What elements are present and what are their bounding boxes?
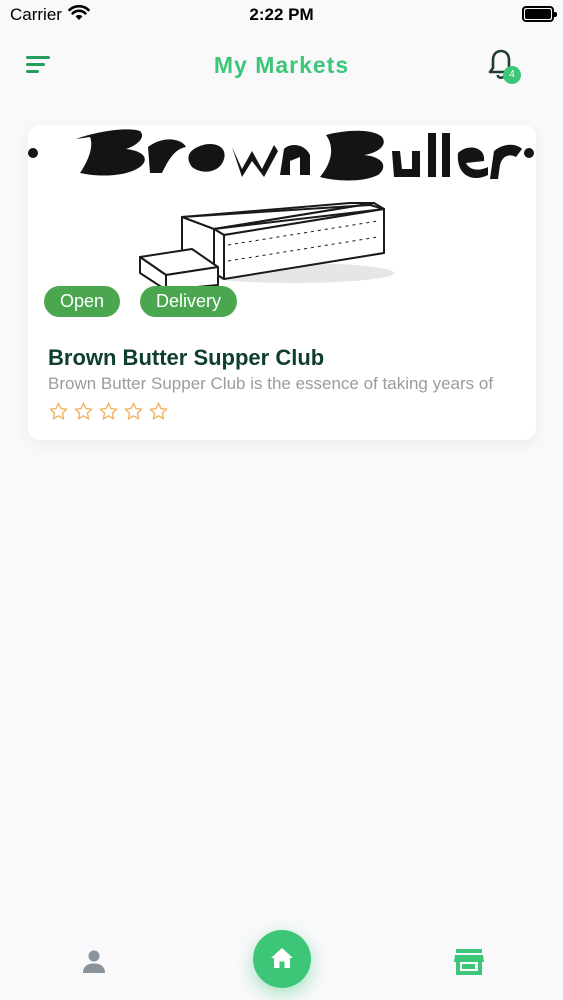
store-icon	[454, 949, 484, 975]
home-icon	[271, 948, 293, 968]
star-outline-icon	[99, 402, 118, 420]
person-icon	[83, 950, 105, 973]
notifications-button[interactable]: 4	[486, 48, 526, 88]
star-outline-icon	[49, 402, 68, 420]
star-rating	[48, 401, 169, 422]
nav-markets-button[interactable]	[453, 947, 485, 977]
battery-icon	[522, 6, 557, 22]
app-header: My Markets 4	[0, 40, 563, 92]
market-cover-image	[28, 125, 536, 290]
page-title: My Markets	[213, 52, 350, 78]
market-description: Brown Butter Supper Club is the essence …	[48, 374, 494, 393]
nav-home-button[interactable]	[253, 930, 311, 988]
nav-profile-button[interactable]	[80, 948, 108, 976]
star-outline-icon	[74, 402, 93, 420]
status-chip-delivery: Delivery	[140, 286, 238, 317]
market-card[interactable]: Open Delivery Brown Butter Supper Club B…	[28, 125, 536, 440]
notification-badge: 4	[503, 66, 521, 84]
star-outline-icon	[124, 402, 143, 420]
status-chip-open: Open	[44, 286, 121, 317]
bottom-nav	[0, 900, 563, 1000]
market-name: Brown Butter Supper Club	[48, 345, 325, 370]
star-outline-icon	[149, 402, 168, 420]
status-bar: Carrier 2:22 PM	[0, 0, 563, 30]
clock: 2:22 PM	[249, 5, 314, 24]
